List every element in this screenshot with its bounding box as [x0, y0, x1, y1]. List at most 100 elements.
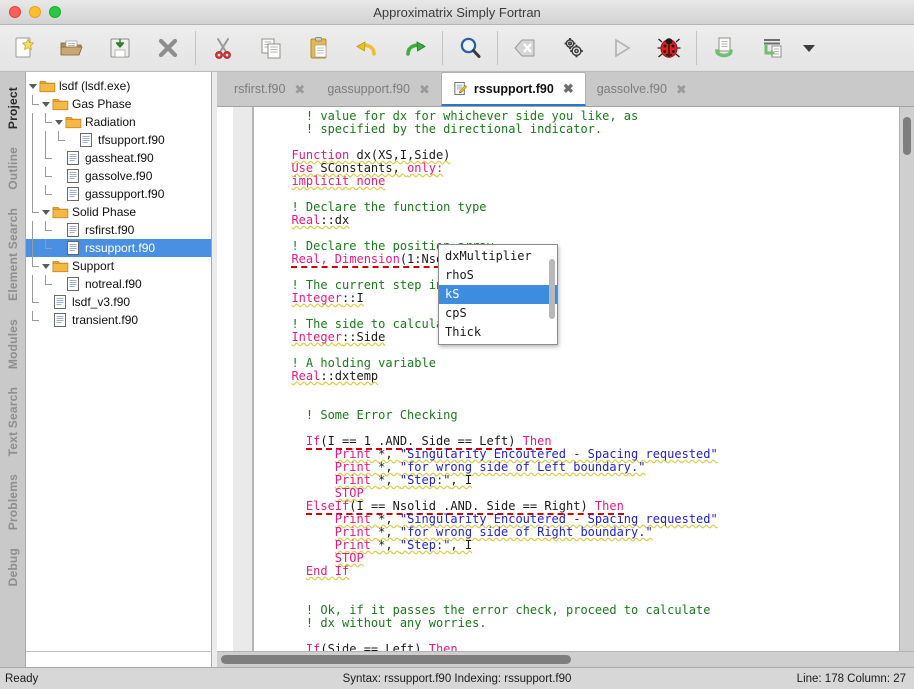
build-button[interactable] — [549, 26, 597, 70]
sidebar-item-text-search[interactable]: Text Search — [6, 378, 20, 465]
autocomplete-item[interactable]: rhoS — [439, 266, 557, 285]
tree-item-label: rssupport.f90 — [85, 241, 156, 255]
redo-button[interactable] — [391, 26, 439, 70]
file-icon — [54, 295, 66, 309]
editor-tab-rsfirst-f90[interactable]: rsfirst.f90 ✖ — [223, 72, 316, 106]
cut-button[interactable] — [199, 26, 247, 70]
editor-horizontal-scrollbar[interactable] — [217, 651, 914, 667]
tree-item-label: notreal.f90 — [85, 277, 142, 291]
sidebar-item-element-search[interactable]: Element Search — [6, 199, 20, 310]
tree-disclosure-triangle[interactable] — [26, 77, 39, 95]
autocomplete-item[interactable]: Thick — [439, 323, 557, 342]
debug-button[interactable] — [645, 26, 693, 70]
editor-tab-label: rssupport.f90 — [473, 81, 554, 96]
tree-item-tfsupport-f90[interactable]: tfsupport.f90 — [26, 131, 211, 149]
sidebar-item-outline[interactable]: Outline — [6, 138, 20, 199]
file-icon — [67, 241, 79, 255]
tree-item-gas-phase[interactable]: Gas Phase — [26, 95, 211, 113]
window-title: Approximatrix Simply Fortran — [373, 4, 541, 20]
new-file-icon — [15, 37, 35, 58]
folder-icon — [52, 99, 69, 111]
close-file-button[interactable] — [144, 26, 192, 70]
tree-no-disclosure — [52, 275, 65, 293]
editor-tab-close-icon[interactable]: ✖ — [419, 83, 430, 96]
folder-icon-wrap — [39, 78, 56, 94]
commit-button[interactable] — [748, 26, 796, 70]
tree-item-label: Radiation — [85, 115, 136, 129]
tree-item-radiation[interactable]: Radiation — [26, 113, 211, 131]
close-x-icon — [158, 38, 178, 58]
file-icon — [80, 133, 92, 147]
checkout-button[interactable] — [700, 26, 748, 70]
gears-icon — [564, 38, 583, 58]
autocomplete-item[interactable]: cpS — [439, 304, 557, 323]
code-line: End If — [305, 564, 350, 578]
undo-button[interactable] — [343, 26, 391, 70]
new-file-button[interactable] — [0, 26, 48, 70]
find-button[interactable] — [446, 26, 494, 70]
tree-item-gassolve-f90[interactable]: gassolve.f90 — [26, 167, 211, 185]
autocomplete-item[interactable]: dxMultiplier — [439, 247, 557, 266]
tree-horizontal-scrollbar[interactable] — [26, 651, 212, 667]
file-icon — [67, 151, 79, 165]
editor-tab-close-icon[interactable]: ✖ — [563, 82, 574, 95]
editor-tab-gassupport-f90[interactable]: gassupport.f90 ✖ — [316, 72, 441, 106]
scissors-icon — [215, 38, 231, 59]
open-file-button[interactable] — [48, 26, 96, 70]
horizontal-scroll-thumb[interactable] — [221, 655, 571, 664]
autocomplete-scrollbar[interactable] — [549, 259, 555, 319]
tree-guide — [39, 149, 52, 167]
code-text-area[interactable]: ! value for dx for whichever side you li… — [269, 107, 899, 651]
code-line: ! Some Error Checking — [305, 408, 458, 422]
sidebar-item-modules[interactable]: Modules — [6, 310, 20, 378]
editor-gutter[interactable] — [233, 107, 253, 651]
run-button[interactable] — [597, 26, 645, 70]
tree-item-gassheat-f90[interactable]: gassheat.f90 — [26, 149, 211, 167]
code-line: If(Side == Left) Then — [305, 642, 458, 652]
editor-tab-close-icon[interactable]: ✖ — [676, 83, 687, 96]
toolbar-overflow-button[interactable] — [796, 26, 822, 70]
tree-item-rssupport-f90[interactable]: rssupport.f90 — [26, 239, 211, 257]
document-down-arrow-icon — [715, 37, 733, 58]
tree-disclosure-triangle[interactable] — [39, 95, 52, 113]
code-line: ! The current step indicator — [291, 278, 494, 292]
save-disk-icon — [110, 38, 130, 58]
editor-tab-rssupport-f90[interactable]: rssupport.f90 ✖ — [440, 72, 586, 106]
tree-item-notreal-f90[interactable]: notreal.f90 — [26, 275, 211, 293]
paste-button[interactable] — [295, 26, 343, 70]
file-icon — [67, 169, 79, 183]
save-file-button[interactable] — [96, 26, 144, 70]
tree-item-transient-f90[interactable]: transient.f90 — [26, 311, 211, 329]
chevron-down-icon — [28, 83, 37, 89]
editor-tab-label: gassolve.f90 — [596, 82, 667, 96]
tree-disclosure-triangle[interactable] — [39, 257, 52, 275]
editor-gutter-pad — [253, 107, 269, 651]
tree-guide — [39, 185, 52, 203]
zoom-window-button[interactable] — [49, 6, 61, 18]
tree-item-rsfirst-f90[interactable]: rsfirst.f90 — [26, 221, 211, 239]
sidebar-item-problems[interactable]: Problems — [6, 465, 20, 539]
vertical-scroll-thumb[interactable] — [903, 117, 911, 155]
project-tree[interactable]: lsdf (lsdf.exe) Gas Phase Radiation tfsuppo… — [26, 72, 211, 667]
tree-item-solid-phase[interactable]: Solid Phase — [26, 203, 211, 221]
tree-no-disclosure — [52, 239, 65, 257]
tree-disclosure-triangle[interactable] — [39, 203, 52, 221]
editor-vertical-scrollbar[interactable] — [899, 107, 914, 651]
tree-item-support[interactable]: Support — [26, 257, 211, 275]
autocomplete-popup[interactable]: dxMultiplier rhoS kS cpS Thick — [438, 244, 558, 345]
editor-tab-gassolve-f90[interactable]: gassolve.f90 ✖ — [586, 72, 698, 106]
tree-disclosure-triangle[interactable] — [52, 113, 65, 131]
clean-button[interactable] — [501, 26, 549, 70]
tree-item-lsdf-lsdf-exe[interactable]: lsdf (lsdf.exe) — [26, 77, 211, 95]
copy-button[interactable] — [247, 26, 295, 70]
tree-item-lsdf-v3-f90[interactable]: lsdf_v3.f90 — [26, 293, 211, 311]
minimize-window-button[interactable] — [29, 6, 41, 18]
sidebar-item-project[interactable]: Project — [6, 78, 20, 138]
autocomplete-item[interactable]: kS — [439, 285, 557, 304]
close-window-button[interactable] — [9, 6, 21, 18]
tree-item-gassupport-f90[interactable]: gassupport.f90 — [26, 185, 211, 203]
sidebar-item-debug[interactable]: Debug — [6, 539, 20, 595]
chevron-down-icon — [41, 209, 50, 215]
editor-tab-close-icon[interactable]: ✖ — [294, 83, 305, 96]
